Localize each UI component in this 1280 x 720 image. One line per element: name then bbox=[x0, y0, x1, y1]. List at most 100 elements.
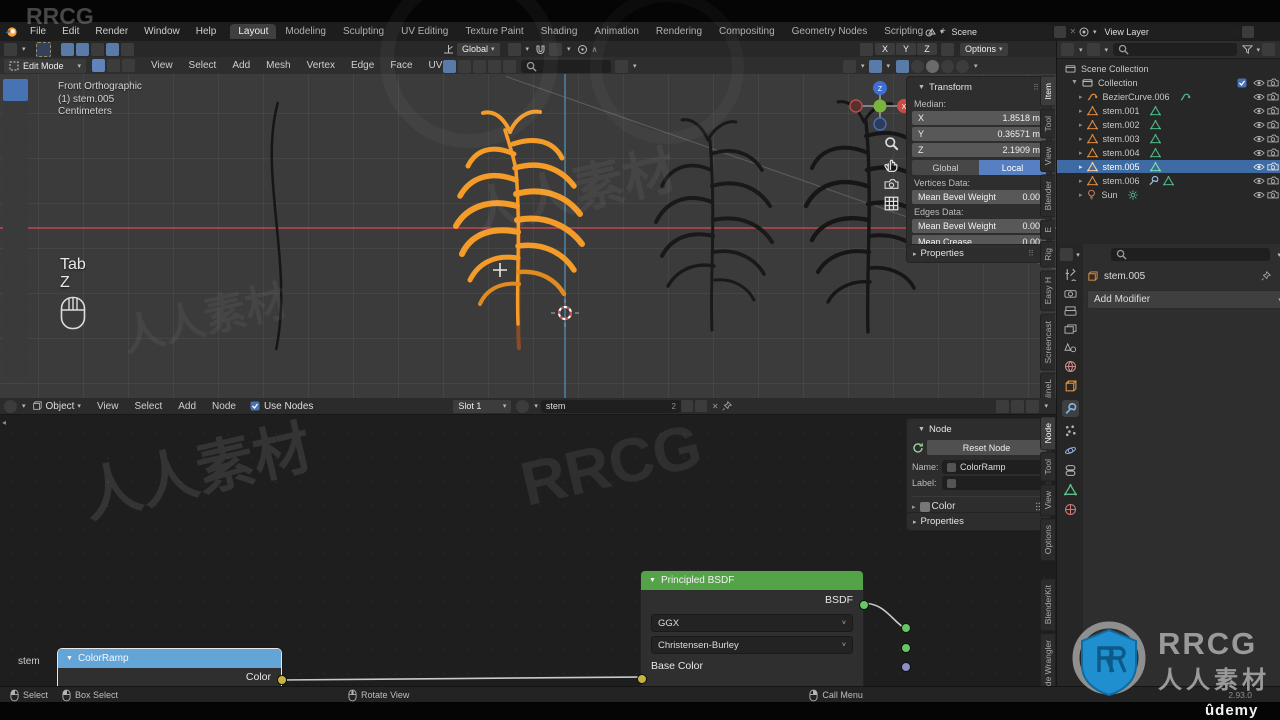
median-y-field[interactable]: Y 0.36571 m bbox=[912, 127, 1046, 141]
render-camera-icon[interactable] bbox=[1267, 120, 1279, 129]
view-layer-selector[interactable]: ▾ View Layer bbox=[1078, 24, 1256, 39]
gizmo-toggle-icon[interactable] bbox=[843, 59, 856, 73]
node-editor[interactable]: ▾ Object ▾ View Select Add Node Use Nodes… bbox=[0, 398, 1056, 686]
hide-eye-icon[interactable] bbox=[1253, 79, 1265, 87]
gizmo-y-axis[interactable] bbox=[873, 99, 887, 113]
render-camera-icon[interactable] bbox=[1267, 134, 1279, 143]
volume-input-socket[interactable] bbox=[901, 643, 911, 653]
visibility-toggle-icon-1[interactable] bbox=[443, 59, 456, 73]
sidebar-tab-view[interactable]: View bbox=[1040, 140, 1055, 173]
disclosure-triangle-icon[interactable]: ▸ bbox=[1079, 177, 1083, 185]
properties-editor-type-icon[interactable]: ▾ bbox=[1060, 248, 1080, 261]
disclosure-triangle-icon[interactable]: ▸ bbox=[1079, 163, 1083, 171]
visibility-toggle-icon-3[interactable] bbox=[473, 59, 486, 73]
node-principled-bsdf[interactable]: ▼ Principled BSDF BSDF GGX ˅ Christensen-… bbox=[637, 570, 869, 686]
render-camera-icon[interactable] bbox=[1267, 190, 1279, 199]
shading-wireframe-icon[interactable] bbox=[911, 59, 925, 73]
sidebar-tab-easy-h[interactable]: Easy H bbox=[1040, 270, 1055, 312]
transform-panel-header[interactable]: ▼ Transform ⠿ bbox=[912, 79, 1046, 96]
tool-option-icon-5[interactable] bbox=[120, 42, 134, 56]
workspace-tab-modeling[interactable]: Modeling bbox=[277, 24, 334, 39]
ortho-grid-icon[interactable] bbox=[884, 196, 899, 211]
tool-loop-cut[interactable] bbox=[3, 355, 28, 377]
hide-eye-icon[interactable] bbox=[1253, 149, 1265, 157]
gizmo-z-neg-axis[interactable] bbox=[873, 117, 887, 131]
node-tab-node-wrangler[interactable]: Node Wrangler bbox=[1040, 632, 1055, 686]
visibility-toggle-icon-4[interactable] bbox=[488, 59, 501, 73]
disclosure-triangle-icon[interactable]: ▸ bbox=[1079, 121, 1083, 129]
hide-eye-icon[interactable] bbox=[1253, 93, 1265, 101]
sidebar-properties-panel-header[interactable]: ▸ Properties ⠿ bbox=[906, 244, 1042, 263]
edge-select-button[interactable] bbox=[107, 59, 121, 72]
hide-eye-icon[interactable] bbox=[1253, 107, 1265, 115]
tool-annotate[interactable] bbox=[3, 217, 28, 239]
workspace-tab-scripting[interactable]: Scripting bbox=[876, 24, 931, 39]
refresh-icon[interactable] bbox=[912, 442, 924, 454]
view3d-menu-face[interactable]: Face bbox=[382, 60, 420, 71]
menu-edit[interactable]: Edit bbox=[54, 26, 87, 37]
tab-particles[interactable] bbox=[1064, 424, 1077, 437]
outliner-row-stem002[interactable]: ▸ stem.002 bbox=[1057, 118, 1280, 131]
sidebar-tab-item[interactable]: Item bbox=[1040, 76, 1055, 107]
collapse-arrow-icon[interactable]: ▼ bbox=[66, 655, 73, 662]
tool-inset-faces[interactable] bbox=[3, 309, 28, 331]
tab-material[interactable] bbox=[1064, 503, 1077, 516]
scene-selector[interactable]: ▾ Scene ✕ bbox=[925, 24, 1076, 39]
selected-plant-stem005[interactable] bbox=[453, 109, 585, 350]
workspace-tab-layout[interactable]: Layout bbox=[230, 24, 277, 39]
view3d-menu-select[interactable]: Select bbox=[181, 60, 225, 71]
subsurface-method-dropdown[interactable]: Christensen-Burley ˅ bbox=[651, 636, 853, 654]
global-toggle[interactable]: Global bbox=[912, 160, 979, 175]
render-camera-icon[interactable] bbox=[1267, 92, 1279, 101]
outliner-row-stem003[interactable]: ▸ stem.003 bbox=[1057, 132, 1280, 145]
scene-unlink-icon[interactable]: ✕ bbox=[1070, 27, 1077, 36]
region-collapse-arrow[interactable]: ◂ bbox=[2, 418, 6, 427]
disclosure-triangle-icon[interactable]: ▸ bbox=[912, 503, 916, 511]
gizmo-x-neg-axis[interactable] bbox=[849, 99, 863, 113]
tool-transform[interactable] bbox=[3, 194, 28, 216]
workspace-tab-rendering[interactable]: Rendering bbox=[648, 24, 710, 39]
view3d-menu-add[interactable]: Add bbox=[224, 60, 258, 71]
node-panel-header[interactable]: ▼ Node bbox=[912, 421, 1046, 438]
node-tab-node[interactable]: Node bbox=[1040, 416, 1055, 451]
hide-eye-icon[interactable] bbox=[1253, 135, 1265, 143]
disclosure-triangle-icon[interactable]: ▸ bbox=[1079, 135, 1083, 143]
outliner-display-mode-icon[interactable] bbox=[1061, 43, 1074, 56]
pan-hand-icon[interactable] bbox=[884, 157, 899, 172]
node-properties-panel-header[interactable]: ▸ Properties bbox=[906, 512, 1042, 531]
shading-rendered-icon[interactable] bbox=[956, 59, 970, 73]
visibility-toggle-icon-5[interactable] bbox=[503, 59, 516, 73]
render-camera-icon[interactable] bbox=[1267, 106, 1279, 115]
render-camera-icon[interactable] bbox=[1267, 148, 1279, 157]
vertex-bevel-weight-field[interactable]: Mean Bevel Weight 0.00 bbox=[912, 190, 1046, 204]
shading-solid-icon[interactable] bbox=[926, 59, 940, 73]
tool-scale[interactable] bbox=[3, 171, 28, 193]
local-toggle[interactable]: Local bbox=[979, 160, 1046, 175]
tab-object-data[interactable] bbox=[1063, 484, 1077, 496]
funnel-filter-icon[interactable] bbox=[1242, 44, 1254, 55]
menu-window[interactable]: Window bbox=[136, 26, 188, 37]
node-label-field[interactable] bbox=[942, 476, 1046, 490]
outliner-row-stem006[interactable]: ▸ stem.006 bbox=[1057, 174, 1280, 187]
viewport-filter-dropdown[interactable] bbox=[615, 59, 628, 73]
outliner-row-collection[interactable]: ▼ Collection bbox=[1057, 76, 1280, 89]
disclosure-triangle-icon[interactable]: ▼ bbox=[1071, 79, 1078, 86]
shading-material-icon[interactable] bbox=[941, 59, 955, 73]
disclosure-triangle-icon[interactable]: ▸ bbox=[1079, 191, 1083, 199]
hide-eye-icon[interactable] bbox=[1253, 177, 1265, 185]
shading-dropdown-arrow[interactable]: ▾ bbox=[974, 62, 978, 70]
node-tab-blenderkit[interactable]: BlenderKit bbox=[1040, 577, 1055, 631]
edge-bevel-weight-field[interactable]: Mean Bevel Weight 0.00 bbox=[912, 219, 1046, 233]
active-tool-icon[interactable] bbox=[35, 41, 51, 57]
hide-eye-icon[interactable] bbox=[1253, 163, 1265, 171]
disclosure-triangle-icon[interactable]: ▸ bbox=[1079, 93, 1083, 101]
blender-logo-icon[interactable] bbox=[0, 26, 22, 38]
options-dropdown[interactable]: Options ▾ bbox=[960, 42, 1008, 56]
view-layer-copy-icon[interactable] bbox=[1241, 25, 1254, 38]
outliner-new-collection-icon[interactable] bbox=[1262, 43, 1275, 56]
color-swatch[interactable] bbox=[919, 501, 930, 512]
menu-file[interactable]: File bbox=[22, 26, 54, 37]
scene-copy-icon[interactable] bbox=[1053, 25, 1066, 38]
tool-option-icon-4[interactable] bbox=[105, 42, 119, 56]
tool-cursor[interactable] bbox=[3, 102, 28, 124]
